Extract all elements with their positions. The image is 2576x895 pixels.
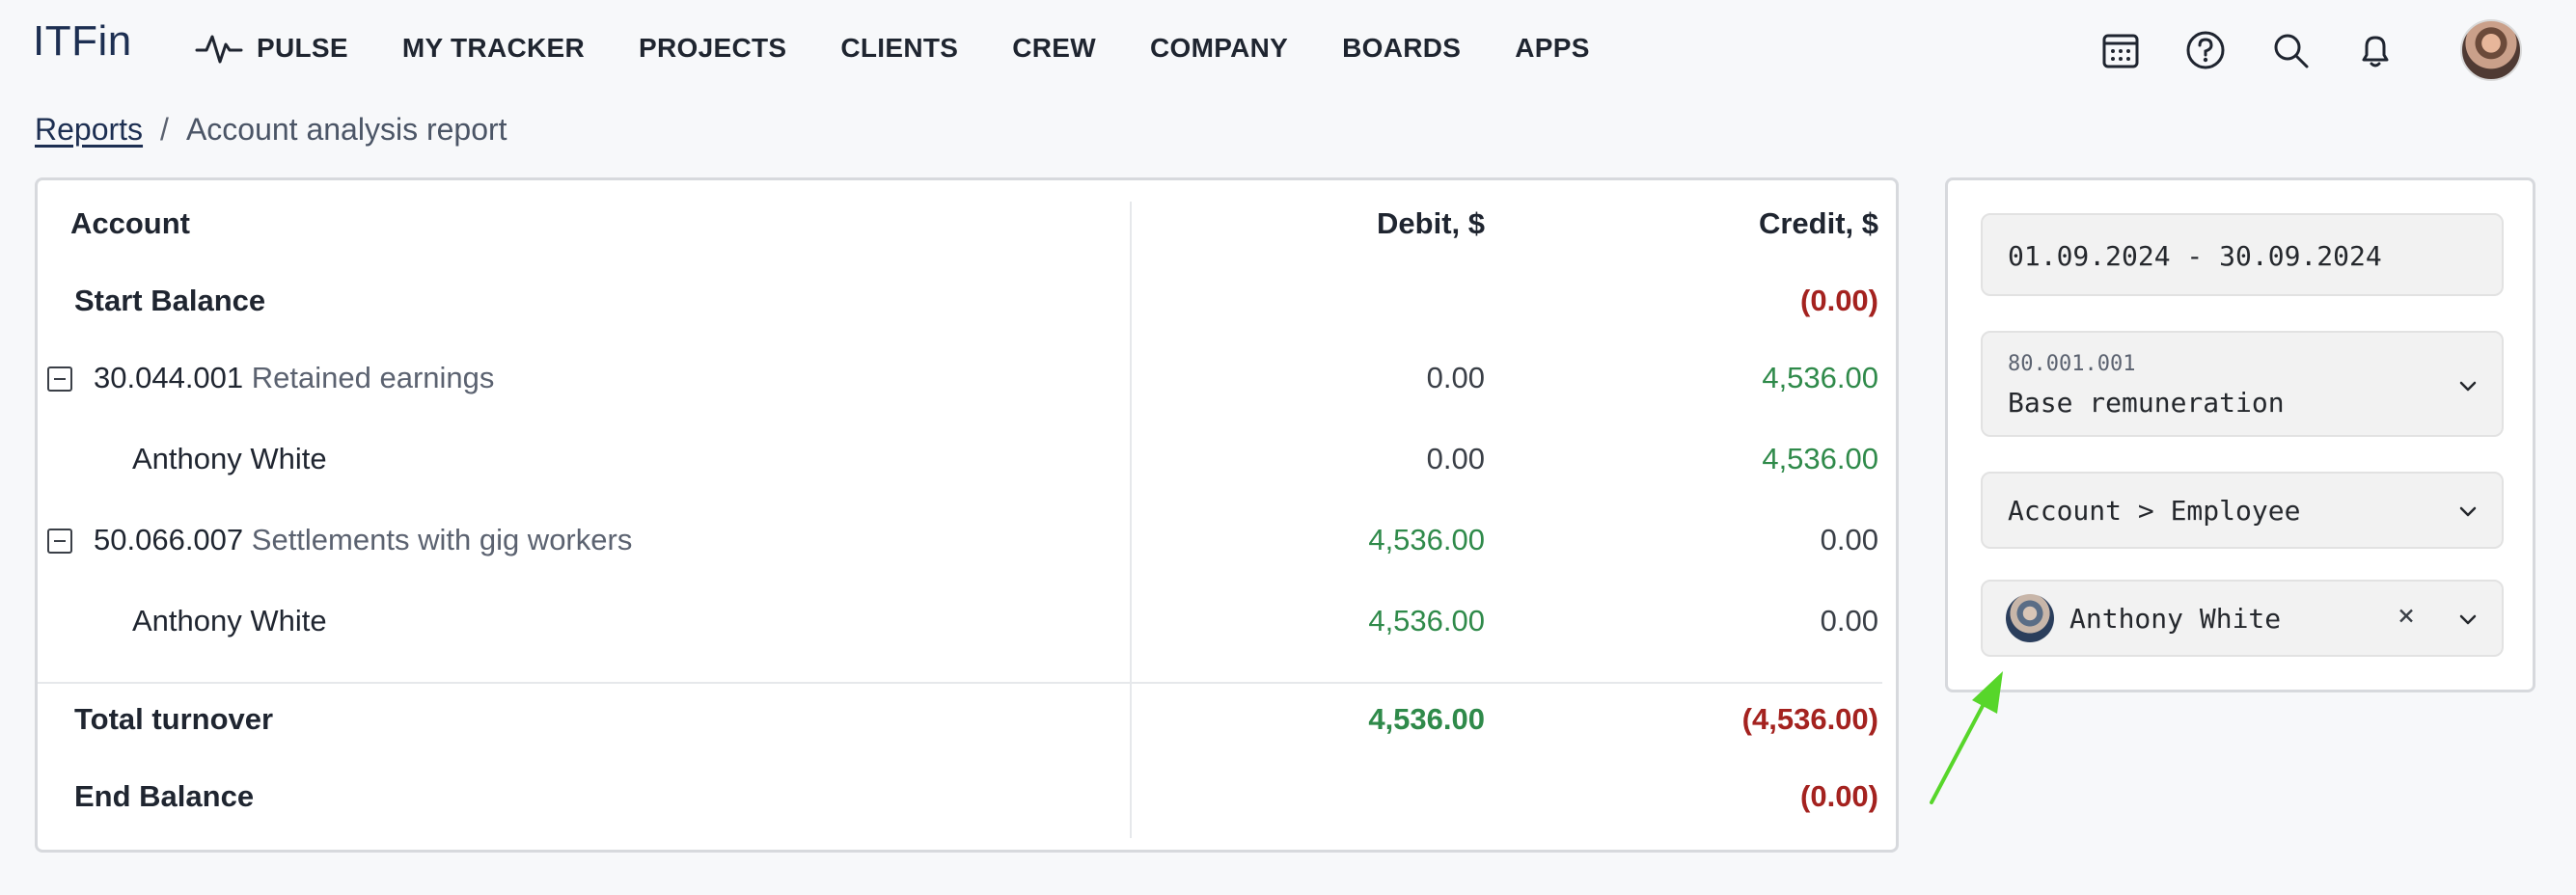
pulse-icon — [195, 35, 243, 64]
chevron-down-icon — [2459, 506, 2477, 517]
total-turnover-row: Total turnover 4,536.00 (4,536.00) — [38, 686, 1882, 753]
employee-debit: 4,536.00 — [1368, 604, 1485, 637]
account-code: 30.044.001 — [94, 361, 244, 394]
nav-item-pulse[interactable]: PULSE — [195, 29, 348, 68]
filters-panel: 01.09.2024 - 30.09.2024 80.001.001 Base … — [1945, 177, 2535, 692]
annotation-arrow-icon — [1930, 671, 2003, 804]
calendar-icon[interactable] — [2099, 29, 2142, 71]
nav-item-label: BOARDS — [1342, 33, 1462, 63]
breadcrumb-current: Account analysis report — [185, 112, 507, 147]
nav-item-apps[interactable]: APPS — [1515, 33, 1589, 64]
employee-credit: 4,536.00 — [1762, 442, 1878, 475]
nav-item-projects[interactable]: PROJECTS — [639, 33, 786, 64]
end-balance-credit: (0.00) — [1800, 779, 1878, 813]
start-balance-label: Start Balance — [74, 284, 266, 317]
nav-item-label: COMPANY — [1149, 33, 1289, 63]
table-header-row: Account Debit, $ Credit, $ — [38, 190, 1882, 258]
clear-icon[interactable]: × — [2398, 599, 2415, 633]
nav-item-clients[interactable]: CLIENTS — [840, 33, 958, 64]
employee-avatar — [2006, 594, 2054, 642]
nav-item-company[interactable]: COMPANY — [1150, 33, 1288, 64]
date-range-input[interactable]: 01.09.2024 - 30.09.2024 — [1981, 213, 2504, 296]
nav-item-label: APPS — [1515, 33, 1590, 63]
chevron-down-icon — [2459, 381, 2477, 392]
top-navigation-bar: ITFin PULSE MY TRACKER PROJECTS CLIENTS … — [0, 0, 2576, 104]
grouping-select[interactable]: Account > Employee — [1981, 472, 2504, 549]
nav-item-label: PROJECTS — [639, 33, 787, 63]
account-select-name: Base remuneration — [2008, 387, 2285, 419]
account-name: Settlements with gig workers — [251, 523, 633, 556]
bell-icon[interactable] — [2354, 29, 2397, 71]
collapse-toggle-icon[interactable] — [47, 529, 72, 554]
account-group-row[interactable]: 30.044.001 Retained earnings 0.00 4,536.… — [38, 344, 1882, 412]
grouping-value: Account > Employee — [2008, 495, 2301, 527]
employee-name: Anthony White — [132, 604, 327, 637]
nav-item-label: CLIENTS — [840, 33, 959, 63]
account-label: 30.044.001 Retained earnings — [94, 344, 494, 412]
employee-select-value: Anthony White — [2069, 603, 2282, 635]
nav-item-label: CREW — [1012, 33, 1096, 63]
start-balance-row: Start Balance (0.00) — [38, 267, 1882, 335]
end-balance-label: End Balance — [74, 779, 255, 813]
app-logo[interactable]: ITFin — [33, 17, 132, 66]
header-account: Account — [70, 206, 190, 240]
totals-divider — [38, 682, 1882, 684]
nav-item-label: PULSE — [257, 33, 348, 63]
end-balance-row: End Balance (0.00) — [38, 763, 1882, 830]
employee-row: Anthony White 0.00 4,536.00 — [38, 425, 1882, 493]
nav-item-my-tracker[interactable]: MY TRACKER — [402, 33, 585, 64]
total-turnover-label: Total turnover — [74, 702, 274, 736]
account-group-row[interactable]: 50.066.007 Settlements with gig workers … — [38, 506, 1882, 574]
total-turnover-debit: 4,536.00 — [1368, 702, 1485, 736]
account-select-code: 80.001.001 — [2008, 352, 2136, 376]
nav-item-boards[interactable]: BOARDS — [1342, 33, 1461, 64]
date-range-value: 01.09.2024 - 30.09.2024 — [2008, 240, 2382, 272]
report-table: Account Debit, $ Credit, $ Start Balance… — [35, 177, 1899, 853]
employee-debit: 0.00 — [1426, 442, 1485, 475]
breadcrumb-separator: / — [160, 112, 169, 147]
employee-select[interactable]: Anthony White × — [1981, 580, 2504, 657]
nav-item-crew[interactable]: CREW — [1012, 33, 1096, 64]
main-nav: PULSE MY TRACKER PROJECTS CLIENTS CREW C… — [195, 29, 1644, 68]
employee-row: Anthony White 4,536.00 0.00 — [38, 587, 1882, 655]
account-credit: 0.00 — [1820, 523, 1878, 556]
help-icon[interactable] — [2184, 29, 2227, 71]
breadcrumb-reports-link[interactable]: Reports — [35, 112, 143, 148]
account-debit: 0.00 — [1426, 361, 1485, 394]
start-balance-credit: (0.00) — [1800, 284, 1878, 317]
account-name: Retained earnings — [251, 361, 495, 394]
search-icon[interactable] — [2269, 29, 2312, 71]
employee-credit: 0.00 — [1820, 604, 1878, 637]
nav-item-label: MY TRACKER — [401, 33, 586, 63]
user-avatar[interactable] — [2460, 19, 2522, 81]
collapse-toggle-icon[interactable] — [47, 366, 72, 392]
account-label: 50.066.007 Settlements with gig workers — [94, 506, 632, 574]
total-turnover-credit: (4,536.00) — [1741, 702, 1878, 736]
account-credit: 4,536.00 — [1762, 361, 1878, 394]
account-select[interactable]: 80.001.001 Base remuneration — [1981, 331, 2504, 437]
chevron-down-icon — [2459, 614, 2477, 625]
header-debit: Debit, $ — [1377, 206, 1485, 240]
breadcrumb: Reports / Account analysis report — [35, 112, 507, 148]
account-debit: 4,536.00 — [1368, 523, 1485, 556]
account-code: 50.066.007 — [94, 523, 244, 556]
employee-name: Anthony White — [132, 442, 327, 475]
header-credit: Credit, $ — [1758, 206, 1878, 240]
